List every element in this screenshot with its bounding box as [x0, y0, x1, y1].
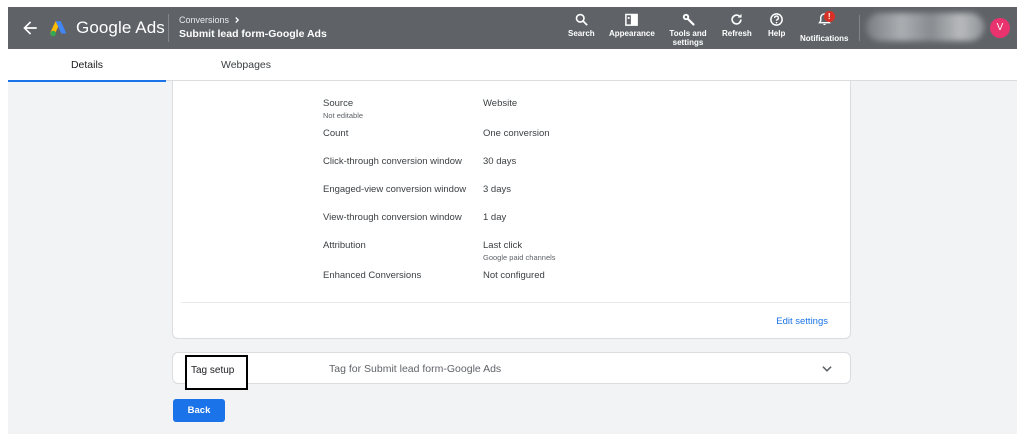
tag-setup-description: Tag for Submit lead form-Google Ads	[329, 363, 502, 375]
wrench-icon	[682, 13, 695, 26]
setting-label-engaged-view: Engaged-view conversion window	[323, 184, 467, 195]
header-divider	[168, 14, 169, 42]
setting-label-enhanced-conversions: Enhanced Conversions	[323, 270, 422, 281]
setting-value-enhanced-conversions: Not configured	[483, 270, 545, 281]
help-icon	[770, 13, 784, 26]
card-divider	[181, 302, 850, 303]
brand-name: Google Ads	[76, 18, 165, 37]
tools-settings-label: Tools and settings	[669, 29, 707, 47]
page-title: Submit lead form-Google Ads	[179, 28, 327, 40]
app-frame: Google Ads Conversions Submit lead form-…	[8, 7, 1017, 434]
breadcrumb[interactable]: Conversions	[179, 15, 242, 25]
setting-value-sub-attribution: Google paid channels	[483, 253, 556, 262]
setting-label-attribution: Attribution	[323, 240, 366, 251]
notification-badge: !	[823, 11, 835, 22]
setting-sublabel-source: Not editable	[323, 111, 364, 120]
tab-bar: Details Webpages	[8, 49, 1017, 82]
chevron-down-icon[interactable]	[820, 362, 834, 376]
setting-label-view-through: View-through conversion window	[323, 212, 462, 223]
search-label: Search	[568, 29, 595, 38]
appearance-label: Appearance	[609, 29, 655, 38]
google-ads-logo-icon	[49, 21, 67, 37]
account-info-redacted	[866, 13, 984, 41]
setting-label-count: Count	[323, 128, 349, 139]
help-label: Help	[768, 29, 786, 38]
setting-label-source: Source	[323, 98, 354, 109]
notifications-button[interactable]: ! Notifications	[800, 11, 849, 43]
tab-details[interactable]: Details	[8, 49, 166, 82]
refresh-icon	[731, 13, 743, 25]
appearance-button[interactable]: Appearance	[609, 12, 655, 38]
refresh-label: Refresh	[722, 29, 752, 38]
tag-setup-highlight-box: Tag setup	[185, 355, 248, 390]
edit-settings-link[interactable]: Edit settings	[776, 316, 828, 327]
search-button[interactable]: Search	[568, 12, 595, 38]
back-button[interactable]: Back	[173, 399, 225, 422]
account-divider	[859, 15, 860, 41]
back-arrow-icon[interactable]	[20, 18, 40, 38]
tag-setup-label: Tag setup	[191, 365, 235, 376]
avatar[interactable]: V	[990, 18, 1010, 38]
setting-value-click-through: 30 days	[483, 156, 517, 167]
breadcrumb-conversions[interactable]: Conversions	[179, 15, 229, 25]
setting-value-view-through: 1 day	[483, 212, 507, 223]
conversion-settings-card: Source Not editable Website Count One co…	[172, 81, 851, 339]
top-bar: Google Ads Conversions Submit lead form-…	[8, 7, 1017, 49]
setting-value-engaged-view: 3 days	[483, 184, 511, 195]
help-button[interactable]: Help	[768, 12, 785, 38]
refresh-button[interactable]: Refresh	[722, 12, 752, 38]
tag-setup-panel[interactable]: Tag setup Tag for Submit lead form-Googl…	[172, 352, 851, 390]
setting-value-count: One conversion	[483, 128, 550, 139]
notifications-label: Notifications	[800, 34, 849, 43]
appearance-icon	[625, 13, 639, 26]
setting-label-click-through: Click-through conversion window	[323, 156, 462, 167]
search-icon	[575, 13, 588, 26]
tab-webpages[interactable]: Webpages	[166, 49, 326, 81]
tools-settings-button[interactable]: Tools and settings	[669, 12, 707, 47]
setting-value-source: Website	[483, 98, 518, 109]
setting-value-attribution: Last click	[483, 240, 523, 251]
chevron-right-icon	[235, 17, 240, 23]
